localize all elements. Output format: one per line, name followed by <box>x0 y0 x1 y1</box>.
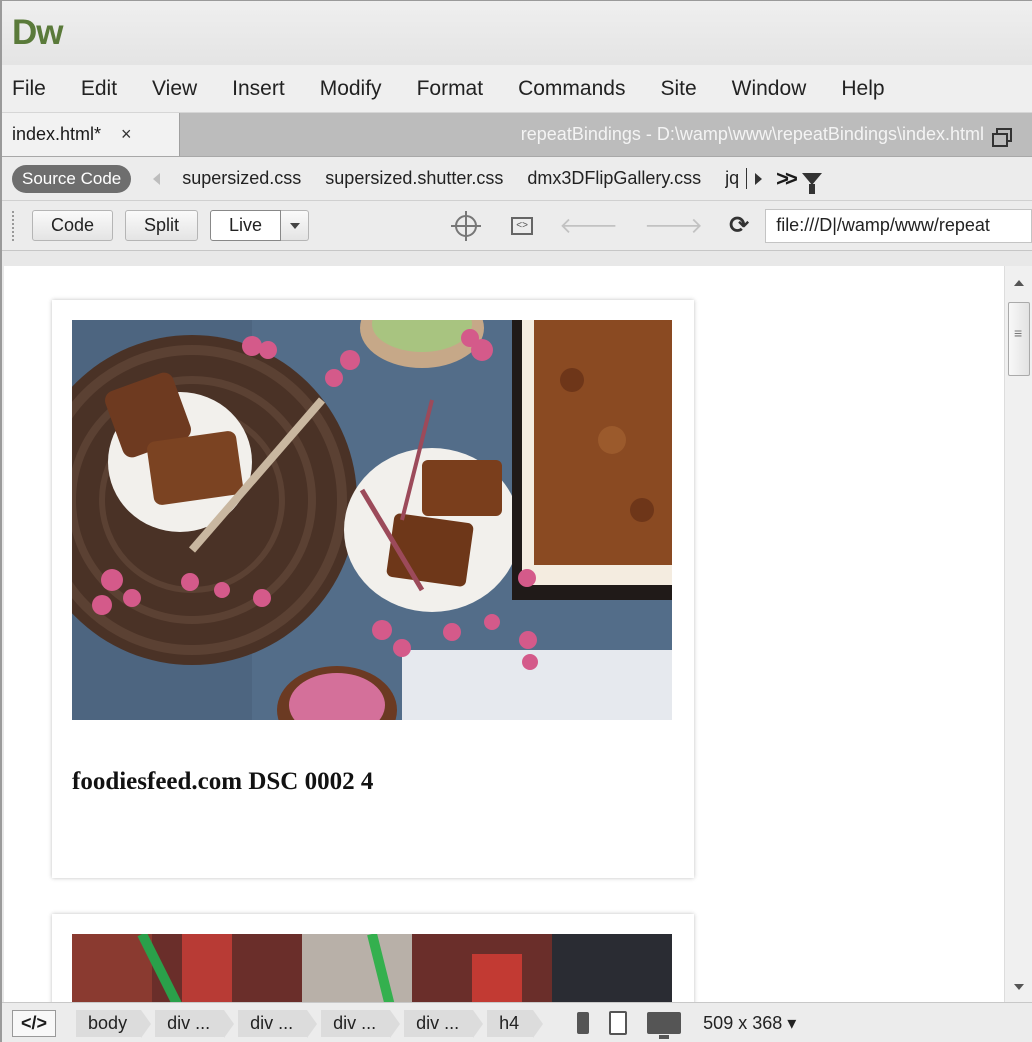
scroll-right-icon[interactable] <box>755 172 763 185</box>
menu-site[interactable]: Site <box>660 77 696 101</box>
scroll-up-icon[interactable] <box>1014 280 1024 286</box>
tag-crumb[interactable]: h4 <box>487 1009 544 1038</box>
status-bar: </> body div ... div ... div ... div ...… <box>2 1002 1032 1042</box>
gallery-card <box>52 914 694 1002</box>
inspect-target-icon[interactable] <box>451 210 482 241</box>
document-toolbar: Code Split Live <> 🡐 🡒 ⟳ file:///D|/wamp… <box>2 201 1032 251</box>
app-logo: Dw <box>12 13 63 52</box>
code-view-button[interactable]: Code <box>32 210 114 241</box>
vertical-scrollbar[interactable] <box>1004 266 1032 1002</box>
food-photo <box>72 320 672 720</box>
related-file[interactable]: dmx3DFlipGallery.css <box>527 168 701 189</box>
menu-format[interactable]: Format <box>417 77 484 101</box>
menu-commands[interactable]: Commands <box>518 77 625 101</box>
tag-crumb[interactable]: div ... <box>321 1009 401 1038</box>
document-path-label: repeatBindings - D:\wamp\www\repeatBindi… <box>520 124 984 144</box>
tablet-size-icon[interactable] <box>609 1011 628 1035</box>
menu-edit[interactable]: Edit <box>81 77 117 101</box>
scroll-left-icon[interactable] <box>153 172 161 185</box>
live-code-icon[interactable]: <> <box>511 216 534 235</box>
related-file[interactable]: supersized.css <box>182 168 301 189</box>
document-tab[interactable]: index.html* × <box>2 113 180 156</box>
related-file[interactable]: jq <box>725 168 748 189</box>
tag-crumb[interactable]: div ... <box>404 1009 484 1038</box>
live-view-button[interactable]: Live <box>210 210 282 241</box>
restore-window-icon[interactable] <box>992 127 1012 147</box>
document-tab-bar: index.html* × repeatBindings - D:\wamp\w… <box>2 113 1032 157</box>
address-bar[interactable]: file:///D|/wamp/www/repeat <box>765 208 1032 243</box>
menu-insert[interactable]: Insert <box>232 77 285 101</box>
mobile-size-icon[interactable] <box>577 1012 590 1034</box>
document-path: repeatBindings - D:\wamp\www\repeatBindi… <box>180 113 1032 156</box>
live-view-canvas: foodiesfeed.com DSC 0002 4 <box>4 266 1032 1002</box>
related-file[interactable]: supersized.shutter.css <box>325 168 503 189</box>
back-arrow-icon[interactable]: 🡐 <box>559 213 618 239</box>
menu-help[interactable]: Help <box>841 77 884 101</box>
live-options-dropdown[interactable] <box>281 210 310 241</box>
menu-file[interactable]: File <box>12 77 46 101</box>
filter-icon[interactable] <box>801 172 822 194</box>
window-size-dropdown[interactable]: 509 x 368 ▾ <box>703 1013 796 1034</box>
tag-crumb[interactable]: div ... <box>238 1009 318 1038</box>
chevron-down-icon <box>289 222 300 229</box>
toolbar-grip-icon[interactable] <box>12 210 18 241</box>
dreamweaver-window: Dw File Edit View Insert Modify Format C… <box>0 0 1032 1042</box>
tag-crumb[interactable]: body <box>76 1009 152 1038</box>
document-tab-label: index.html* <box>12 124 102 144</box>
desktop-size-icon[interactable] <box>647 1012 682 1039</box>
food-photo <box>72 934 672 1002</box>
menu-bar: File Edit View Insert Modify Format Comm… <box>2 65 1032 113</box>
menu-modify[interactable]: Modify <box>320 77 382 101</box>
split-view-button[interactable]: Split <box>125 210 199 241</box>
tag-crumb[interactable]: div ... <box>155 1009 235 1038</box>
scroll-down-icon[interactable] <box>1014 984 1024 990</box>
scrollbar-thumb[interactable] <box>1008 302 1030 376</box>
source-code-button[interactable]: Source Code <box>12 164 132 193</box>
card-title: foodiesfeed.com DSC 0002 4 <box>72 768 374 795</box>
related-files-bar: Source Code supersized.css supersized.sh… <box>2 157 1032 201</box>
forward-arrow-icon[interactable]: 🡒 <box>644 213 703 239</box>
close-icon[interactable]: × <box>121 124 132 145</box>
refresh-icon[interactable]: ⟳ <box>729 211 749 240</box>
menu-view[interactable]: View <box>152 77 197 101</box>
tag-selector-root[interactable]: </> <box>12 1009 57 1037</box>
menu-window[interactable]: Window <box>732 77 807 101</box>
title-bar: Dw <box>2 1 1032 65</box>
more-chevron-icon[interactable]: >> <box>776 166 798 192</box>
gallery-card: foodiesfeed.com DSC 0002 4 <box>52 300 694 878</box>
